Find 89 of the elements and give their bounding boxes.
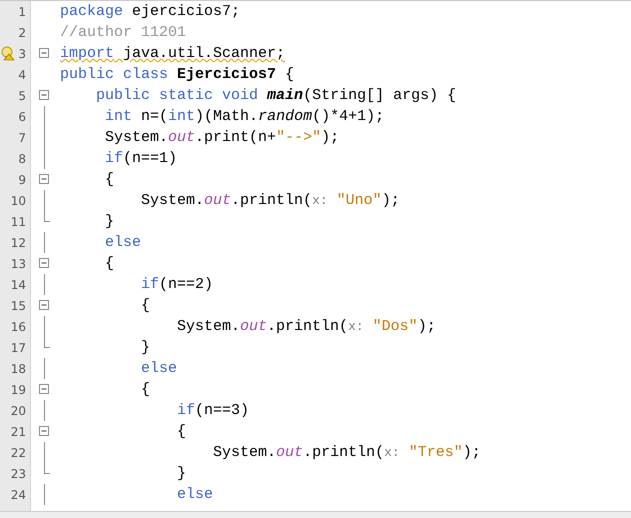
code-text: .println( [231,192,312,209]
string-literal: "-->" [276,129,322,146]
fold-collapse-icon[interactable] [39,426,49,436]
keyword: if [104,150,124,167]
code-text: System. [176,318,240,335]
keyword: import [60,45,114,62]
keyword: if [140,276,160,293]
line-number: 16 [10,320,26,334]
line-number: 19 [10,382,26,396]
code-text: System. [140,192,204,209]
code-text: ()*4+1); [312,108,384,125]
parameter-hint: x: [312,193,328,208]
code-text: { [104,171,114,188]
line-number: 3 [18,46,26,60]
keyword: else [176,486,214,503]
line-number: 4 [18,68,26,82]
field-name: out [168,129,196,146]
code-text: ); [462,444,481,461]
line-number: 11 [10,214,26,228]
code-text: System. [212,444,276,461]
code-text: .print(n+ [195,129,276,146]
field-name: out [204,192,232,209]
line-number: 13 [10,256,26,270]
code-text: { [140,297,150,314]
code-text: (n==2) [159,276,214,293]
string-literal: "Dos" [372,318,418,335]
line-number: 12 [10,236,26,250]
line-number: 6 [18,110,26,124]
line-number: 18 [10,362,26,376]
keyword: int [168,108,196,125]
code-text: { [176,423,186,440]
line-number: 15 [10,298,26,312]
string-literal: "Uno" [336,192,382,209]
warning-bulb-icon[interactable] [1,46,15,61]
code-text: ); [382,192,400,209]
line-number: 21 [10,424,26,438]
code-text: .println( [267,318,348,335]
field-name: out [240,318,268,335]
code-text: (String[] args) { [303,87,456,104]
line-number: 1 [18,4,26,18]
code-text: .println( [303,444,384,461]
code-text: { [104,255,114,272]
fold-collapse-icon[interactable] [39,174,49,184]
fold-collapse-icon[interactable] [39,300,49,310]
code-text: { [140,381,150,398]
fold-collapse-icon[interactable] [39,384,49,394]
class-name: Ejercicios7 [176,66,276,83]
fold-collapse-icon[interactable] [39,90,49,100]
keyword: if [176,402,196,419]
code-text: (n==1) [123,150,178,167]
code-text: System. [104,129,168,146]
fold-collapse-icon[interactable] [39,258,49,268]
line-number: 22 [10,446,26,460]
code-text: } [104,213,114,230]
keyword: public class [60,66,168,83]
string-literal: "Tres" [408,444,463,461]
code-text: )(Math. [195,108,258,125]
code-text: { [284,66,294,83]
keyword: package [60,3,124,20]
code-text: java.util.Scanner; [122,45,286,62]
code-text: n=( [140,108,168,125]
parameter-hint: x: [348,319,364,334]
code-text: ejercicios7; [131,3,240,20]
field-name: out [276,444,304,461]
code-text: ); [418,318,436,335]
line-number: 9 [18,172,26,186]
keyword: public static void [95,87,258,104]
code-comment: //author 11201 [60,24,186,41]
code-text: ); [321,129,340,146]
method-name: main [266,87,304,104]
line-number: 10 [10,194,26,208]
line-number: 5 [18,88,26,102]
line-number: 23 [10,466,26,480]
line-number: 24 [10,488,26,502]
code-text: } [176,465,186,482]
code-text: } [140,339,150,356]
line-number: 8 [18,152,26,166]
code-text: (n==3) [195,402,250,419]
method-call: random [258,108,312,125]
line-number: 20 [10,404,26,418]
parameter-hint: x: [384,445,400,460]
line-number: 2 [18,26,26,40]
fold-collapse-icon[interactable] [39,48,49,58]
keyword: else [104,234,142,251]
line-number: 14 [10,278,26,292]
line-number: 7 [18,130,26,144]
keyword: else [140,360,178,377]
keyword: int [104,108,132,125]
line-number: 17 [10,340,26,354]
